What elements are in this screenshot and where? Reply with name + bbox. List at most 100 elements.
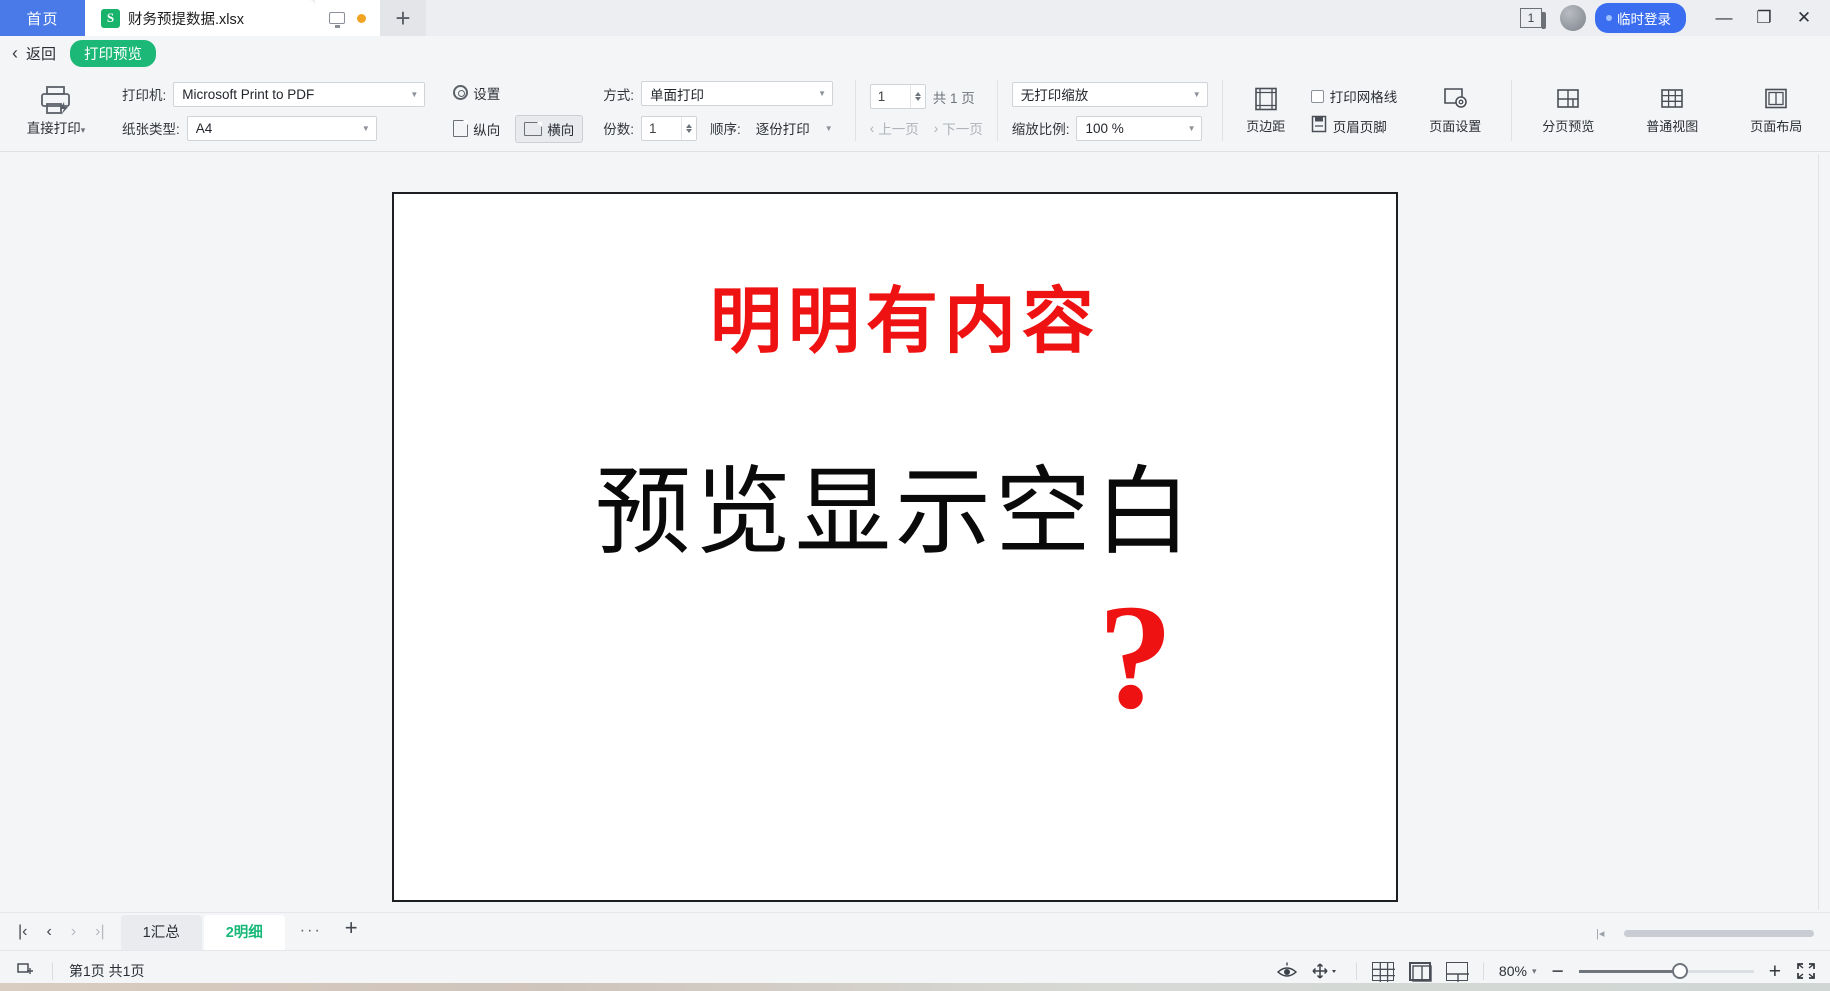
scale-ratio-select[interactable]: 100 % ▼: [1076, 115, 1203, 141]
zoom-in-button[interactable]: +: [1769, 961, 1781, 982]
page-number-input[interactable]: 1: [869, 84, 926, 109]
window-count-icon[interactable]: 1: [1520, 8, 1546, 29]
normal-view-label: 普通视图: [1646, 119, 1699, 134]
copies-order-row: 份数: 1 顺序: 逐份打印 ▼: [603, 115, 840, 141]
chevron-down-icon: ▼: [410, 89, 419, 99]
next-page-label: 下一页: [942, 122, 983, 137]
titlebar-spacer: [426, 0, 1520, 36]
back-button[interactable]: 返回: [26, 43, 56, 64]
spin-down-icon[interactable]: [914, 97, 921, 101]
dropdown-caret-icon: ▾: [80, 125, 86, 135]
normal-view-icon[interactable]: [1371, 961, 1395, 982]
first-sheet-button[interactable]: |‹: [18, 923, 27, 941]
sheet-more-button[interactable]: ···: [287, 922, 335, 950]
close-button[interactable]: ✕: [1784, 0, 1824, 36]
vertical-scrollbar[interactable]: [1818, 154, 1828, 910]
chevron-right-icon: ›: [933, 120, 939, 136]
move-icon[interactable]: [1311, 962, 1341, 980]
horizontal-scrollbar[interactable]: |◂: [1596, 927, 1830, 950]
landscape-page-icon: [524, 121, 543, 136]
page-break-icon[interactable]: [16, 962, 36, 980]
next-sheet-button[interactable]: ›: [71, 923, 76, 941]
zoom-slider[interactable]: [1578, 962, 1754, 979]
spin-up-icon[interactable]: [686, 123, 693, 128]
document-tab[interactable]: S 财务预提数据.xlsx: [85, 0, 315, 36]
login-button[interactable]: 临时登录: [1595, 3, 1686, 33]
orientation-portrait-button[interactable]: 纵向: [445, 116, 508, 142]
minimize-button[interactable]: —: [1704, 0, 1744, 36]
paper-label: 纸张类型:: [122, 122, 180, 137]
direct-print-button[interactable]: 直接打印▾: [10, 85, 102, 137]
orientation-landscape-button[interactable]: 横向: [515, 114, 584, 143]
close-icon: ✕: [1796, 8, 1812, 27]
zoom-level-button[interactable]: 80% ▾: [1499, 963, 1537, 979]
next-page-button[interactable]: › 下一页: [934, 118, 983, 138]
copies-label: 份数:: [603, 122, 635, 137]
unsaved-dot-icon: [357, 13, 366, 23]
eye-icon[interactable]: [1276, 962, 1298, 980]
page-prevnext-row: ‹ 上一页 › 下一页: [870, 118, 983, 138]
settings-button[interactable]: 设置: [445, 80, 508, 106]
print-preview-canvas[interactable]: 明明有内容 预览显示空白 ?: [0, 152, 1830, 912]
page-spin-arrows[interactable]: [909, 85, 921, 108]
paper-value: A4: [195, 120, 213, 136]
hscroll-left-icon[interactable]: |◂: [1596, 927, 1618, 940]
margins-button[interactable]: 页边距: [1227, 70, 1305, 152]
printer-select[interactable]: Microsoft Print to PDF ▼: [173, 81, 426, 107]
gridlines-checkbox-row[interactable]: 打印网格线: [1310, 86, 1397, 106]
chevron-down-icon: ▼: [818, 89, 827, 98]
paper-select[interactable]: A4 ▼: [186, 115, 377, 141]
scaling-select[interactable]: 无打印缩放 ▼: [1011, 81, 1208, 107]
gridlines-checkbox[interactable]: [1310, 89, 1324, 103]
xlsx-file-icon: S: [101, 8, 120, 28]
hscroll-thumb[interactable]: [1624, 930, 1814, 937]
preview-red-title: 明明有内容: [709, 282, 1100, 362]
normal-view-button[interactable]: 普通视图: [1620, 70, 1724, 152]
zoom-slider-knob[interactable]: [1671, 962, 1688, 979]
copies-value: 1: [649, 120, 657, 136]
spin-up-icon[interactable]: [914, 92, 921, 96]
spin-down-icon[interactable]: [686, 128, 693, 133]
page-setup-button[interactable]: 页面设置: [1403, 70, 1507, 152]
chevron-left-icon[interactable]: ‹: [12, 44, 18, 62]
prev-page-button[interactable]: ‹ 上一页: [870, 118, 919, 138]
add-sheet-button[interactable]: +: [335, 915, 368, 950]
order-select[interactable]: 逐份打印 ▼: [748, 115, 841, 141]
ribbon-divider: [996, 80, 998, 141]
copies-stepper[interactable]: 1: [641, 115, 698, 141]
sheet-tab-2[interactable]: 2明细: [203, 915, 285, 950]
method-copies-group: 方式: 单面打印 ▼ 份数: 1 顺序: 逐份打印 ▼: [593, 70, 850, 152]
avatar[interactable]: [1560, 5, 1586, 31]
new-tab-button[interactable]: +: [380, 0, 426, 36]
page-break-preview-button[interactable]: 分页预览: [1516, 70, 1620, 152]
printer-icon: [39, 85, 73, 115]
restore-icon: ❐: [1756, 8, 1772, 27]
preview-black-line: 预览显示空白: [595, 459, 1195, 566]
scale-ratio-row: 缩放比例: 100 % ▼: [1012, 115, 1208, 141]
fullscreen-icon[interactable]: [1796, 962, 1816, 980]
home-tab[interactable]: 首页: [0, 0, 85, 36]
zoom-out-button[interactable]: −: [1551, 961, 1563, 982]
sheet-tab-1[interactable]: 1汇总: [120, 915, 202, 950]
prev-sheet-button[interactable]: ‹: [46, 923, 51, 941]
orientation-row: 纵向 横向: [445, 114, 584, 143]
header-footer-button[interactable]: 页眉页脚: [1311, 115, 1398, 136]
taskbar-strip: [0, 983, 1830, 991]
print-preview-badge: 打印预览: [70, 39, 157, 67]
page-layout-view-icon[interactable]: [1408, 961, 1432, 982]
page-info-label: 第1页 共1页: [69, 963, 145, 979]
page-break-view-icon[interactable]: [1445, 961, 1469, 982]
last-sheet-button[interactable]: ›|: [95, 923, 104, 941]
titlebar: 首页 S 财务预提数据.xlsx + 1 临时登录 — ❐ ✕: [0, 0, 1830, 36]
page-layout-icon: [1763, 87, 1789, 111]
chevron-down-icon: ▾: [1531, 965, 1537, 976]
ribbon-divider: [1221, 80, 1223, 141]
method-select[interactable]: 单面打印 ▼: [641, 81, 834, 106]
method-value: 单面打印: [650, 87, 705, 103]
monitor-icon[interactable]: [329, 12, 345, 28]
restore-button[interactable]: ❐: [1744, 0, 1784, 36]
page-layout-button[interactable]: 页面布局: [1724, 70, 1828, 152]
ribbon-divider: [1511, 80, 1513, 141]
copies-spin-arrows[interactable]: [681, 116, 693, 140]
portrait-page-icon: [453, 120, 469, 137]
